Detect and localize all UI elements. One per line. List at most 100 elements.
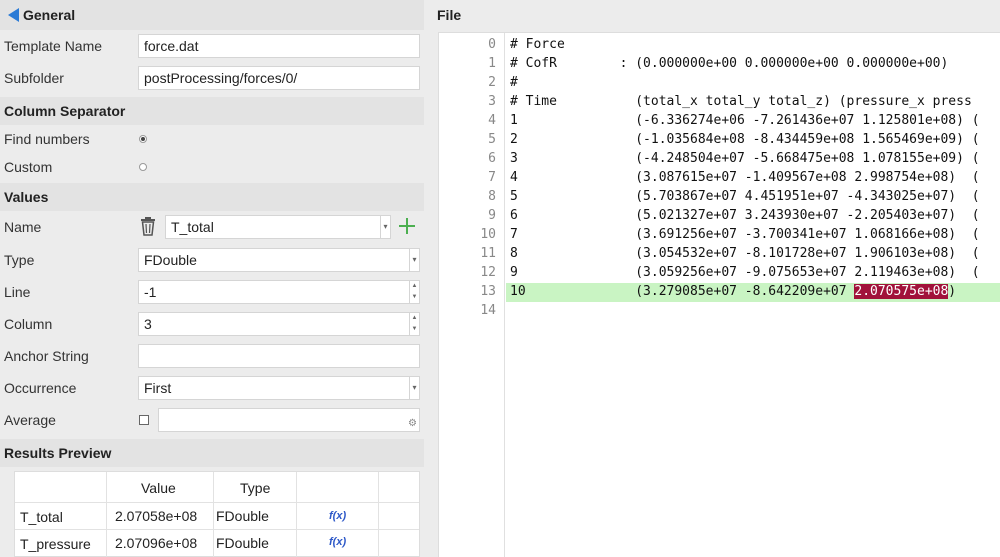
find-numbers-label: Find numbers xyxy=(4,131,90,147)
type-combo-value: FDouble xyxy=(144,252,197,268)
function-icon[interactable]: f(x) xyxy=(329,510,346,522)
line-number: 13 xyxy=(480,284,496,299)
function-icon[interactable]: f(x) xyxy=(329,536,346,548)
row-name: T_total xyxy=(20,509,63,525)
trash-icon[interactable] xyxy=(139,216,157,236)
row-type: FDouble xyxy=(216,535,269,551)
line-number: 2 xyxy=(488,75,496,90)
name-combo[interactable]: T_total ▾ xyxy=(165,215,391,239)
column-label: Column xyxy=(4,316,53,332)
code-line: 1 (-6.336274e+06 -7.261436e+07 1.125801e… xyxy=(510,113,980,128)
template-name-label: Template Name xyxy=(4,38,103,54)
anchor-string-field[interactable] xyxy=(138,344,420,368)
line-label: Line xyxy=(4,284,31,300)
line-number: 11 xyxy=(480,246,496,261)
row-type: FDouble xyxy=(216,508,269,524)
line-number: 12 xyxy=(480,265,496,280)
add-icon[interactable] xyxy=(397,216,417,236)
line-number: 4 xyxy=(488,113,496,128)
code-line: 7 (3.691256e+07 -3.700341e+07 1.068166e+… xyxy=(510,227,980,242)
column-separator-header: Column Separator xyxy=(0,97,424,125)
custom-label: Custom xyxy=(4,159,53,175)
general-section-header[interactable]: General xyxy=(0,0,424,30)
column-spinbox-value: 3 xyxy=(144,316,152,332)
code-line: # Force xyxy=(510,37,565,52)
code-line: 8 (3.054532e+07 -8.101728e+07 1.906103e+… xyxy=(510,246,980,261)
collapse-arrow-icon[interactable] xyxy=(8,8,19,22)
line-number: 5 xyxy=(488,132,496,147)
template-name-row: Template Name force.dat xyxy=(0,30,424,62)
type-combo[interactable]: FDouble ▾ xyxy=(138,248,420,272)
line-number: 6 xyxy=(488,151,496,166)
code-line: # xyxy=(510,75,518,90)
subfolder-row: Subfolder postProcessing/forces/0/ xyxy=(0,62,424,94)
column-row: Column 3 ▲ ▼ xyxy=(0,308,424,340)
row-name: T_pressure xyxy=(20,536,91,552)
settings-icon[interactable]: ⚙ xyxy=(408,413,417,435)
column-header-type: Type xyxy=(240,480,271,496)
occurrence-combo[interactable]: First ▾ xyxy=(138,376,420,400)
chevron-down-icon[interactable]: ▾ xyxy=(409,249,419,271)
anchor-string-label: Anchor String xyxy=(4,348,89,364)
code-line-prefix: 10 (3.279085e+07 -8.642209e+07 xyxy=(510,284,855,299)
find-numbers-radio[interactable] xyxy=(139,135,147,143)
code-line: 5 (5.703867e+07 4.451951e+07 -4.343025e+… xyxy=(510,189,980,204)
type-row: Type FDouble ▾ xyxy=(0,244,424,276)
template-name-field[interactable]: force.dat xyxy=(138,34,420,58)
code-line: 6 (5.021327e+07 3.243930e+07 -2.205403e+… xyxy=(510,208,980,223)
line-number: 0 xyxy=(488,37,496,52)
type-label: Type xyxy=(4,252,35,268)
occurrence-row: Occurrence First ▾ xyxy=(0,372,424,404)
code-line: 3 (-4.248504e+07 -5.668475e+08 1.078155e… xyxy=(510,151,980,166)
selected-value: 2.070575e+08 xyxy=(854,284,949,299)
line-number-gutter: 0 1 2 3 4 5 6 7 8 9 10 11 12 13 14 xyxy=(439,33,505,557)
file-title: File xyxy=(437,7,462,23)
occurrence-combo-value: First xyxy=(144,380,172,396)
occurrence-label: Occurrence xyxy=(4,380,77,396)
average-label: Average xyxy=(4,412,56,428)
line-number: 8 xyxy=(488,189,496,204)
subfolder-label: Subfolder xyxy=(4,70,64,86)
row-value: 2.07096e+08 xyxy=(115,535,198,551)
name-row: Name T_total ▾ xyxy=(0,211,424,243)
file-panel: File 0 1 2 3 4 5 6 7 8 9 10 11 12 13 14 # Force # CofR … xyxy=(430,0,1000,557)
average-field[interactable]: ⚙ xyxy=(158,408,420,432)
name-combo-value: T_total xyxy=(171,219,214,235)
subfolder-field[interactable]: postProcessing/forces/0/ xyxy=(138,66,420,90)
chevron-down-icon[interactable]: ▾ xyxy=(409,377,419,399)
custom-radio[interactable] xyxy=(139,163,147,171)
column-spinbox[interactable]: 3 ▲ ▼ xyxy=(138,312,420,336)
config-panel: General Template Name force.dat Subfolde… xyxy=(0,0,424,557)
spin-arrows-icon[interactable]: ▲ ▼ xyxy=(409,313,419,335)
code-line: 10 (3.279085e+07 -8.642209e+07 2.070575e… xyxy=(510,284,956,299)
code-line: 9 (3.059256e+07 -9.075653e+07 2.119463e+… xyxy=(510,265,980,280)
line-number: 7 xyxy=(488,170,496,185)
line-number: 1 xyxy=(488,56,496,71)
code-line: 2 (-1.035684e+08 -8.434459e+08 1.565469e… xyxy=(510,132,980,147)
line-number: 14 xyxy=(480,303,496,318)
code-line-suffix: ) xyxy=(948,284,957,299)
anchor-string-row: Anchor String xyxy=(0,340,424,372)
line-row: Line -1 ▲ ▼ xyxy=(0,276,424,308)
line-number: 10 xyxy=(480,227,496,242)
column-header-value: Value xyxy=(141,480,176,496)
results-preview-header: Results Preview xyxy=(0,439,424,467)
line-number: 9 xyxy=(488,208,496,223)
code-line: # Time (total_x total_y total_z) (pressu… xyxy=(510,94,972,109)
general-header-label: General xyxy=(23,7,76,23)
line-spinbox-value: -1 xyxy=(144,284,157,300)
average-checkbox[interactable] xyxy=(139,415,149,425)
row-value: 2.07058e+08 xyxy=(115,508,198,524)
line-spinbox[interactable]: -1 ▲ ▼ xyxy=(138,280,420,304)
average-row: Average ⚙ xyxy=(0,404,424,436)
name-label: Name xyxy=(4,219,42,235)
values-header: Values xyxy=(0,183,424,211)
code-line: # CofR : (0.000000e+00 0.000000e+00 0.00… xyxy=(510,56,949,71)
code-line: 4 (3.087615e+07 -1.409567e+08 2.998754e+… xyxy=(510,170,980,185)
chevron-down-icon[interactable]: ▾ xyxy=(380,216,390,238)
line-number: 3 xyxy=(488,94,496,109)
results-table: Value Type T_total 2.07058e+08 FDouble f… xyxy=(14,471,420,557)
file-editor[interactable]: 0 1 2 3 4 5 6 7 8 9 10 11 12 13 14 # Force # CofR : (0.… xyxy=(438,32,1000,557)
spin-arrows-icon[interactable]: ▲ ▼ xyxy=(409,281,419,303)
custom-row: Custom xyxy=(0,151,424,183)
